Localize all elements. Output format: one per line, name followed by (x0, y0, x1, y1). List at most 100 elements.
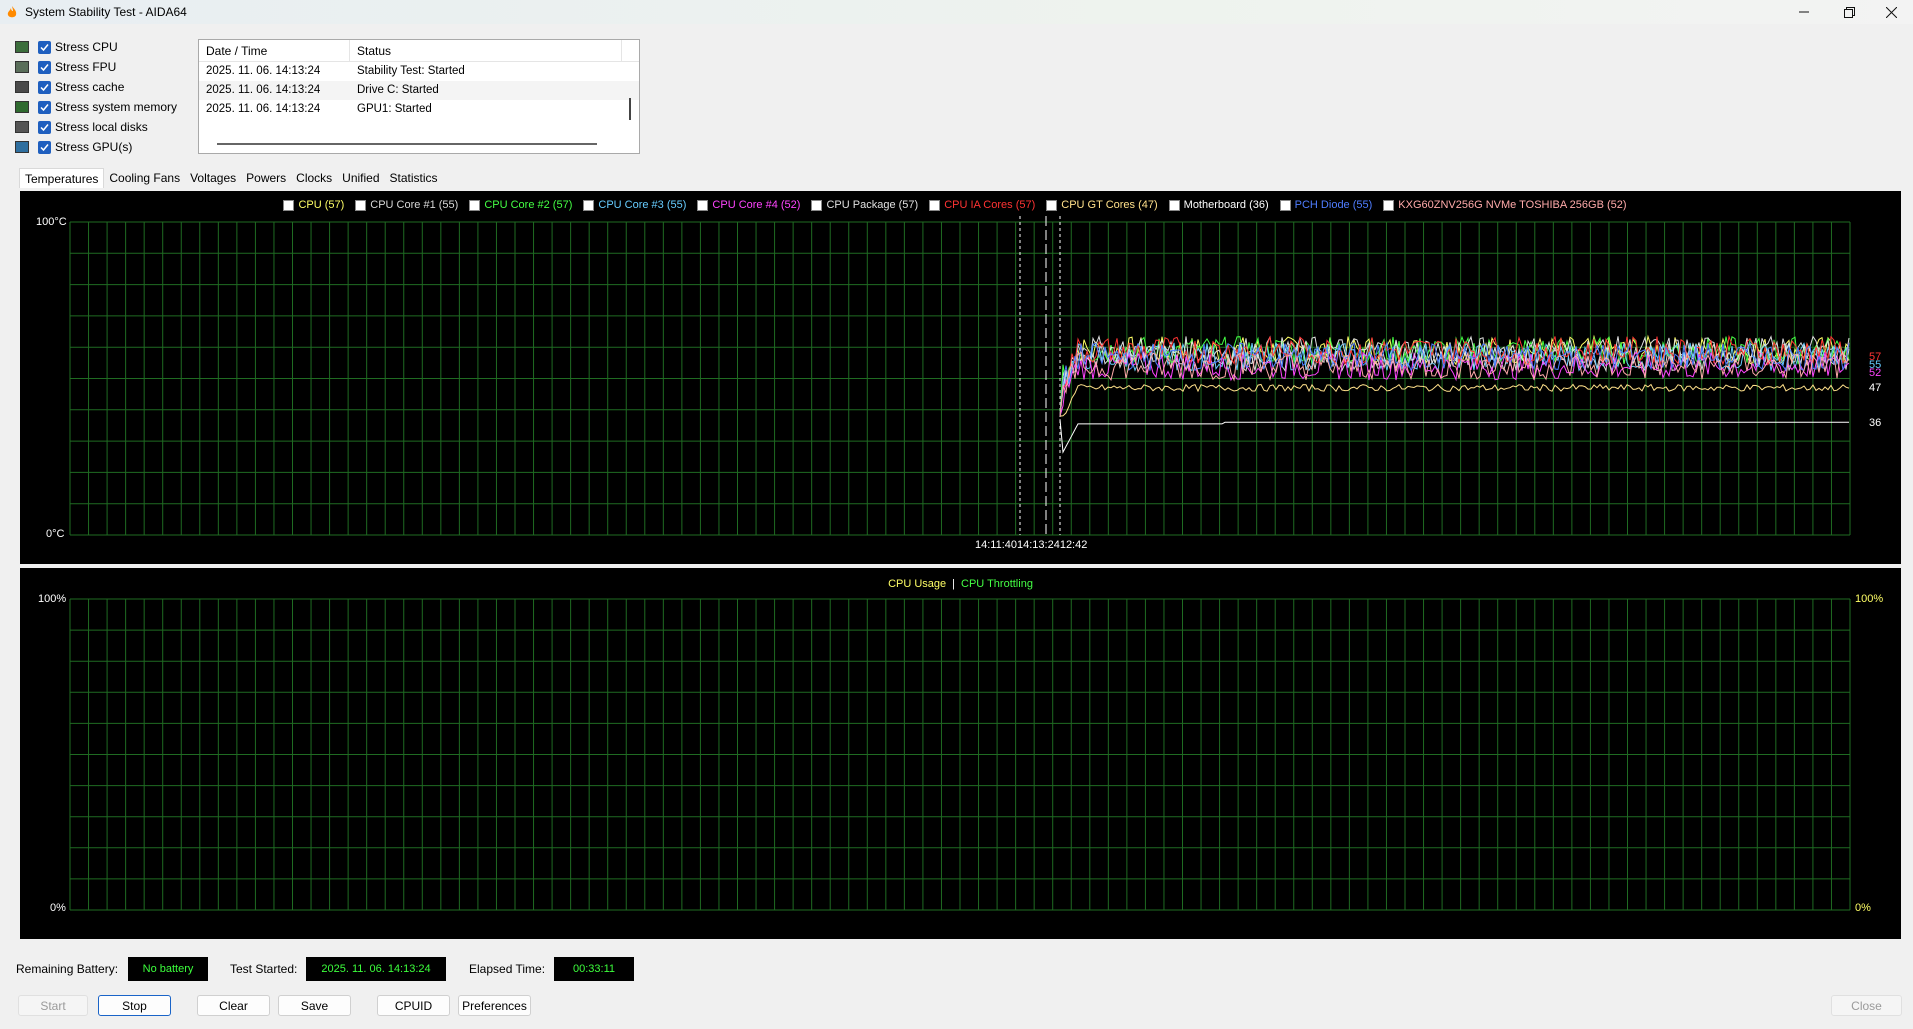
log-row: 2025. 11. 06. 14:13:24 Drive C: Started (199, 81, 639, 100)
usage-legend: CPU Usage | CPU Throttling (20, 578, 1901, 590)
legend-checkbox[interactable] (20, 199, 367, 211)
gpu-icon (15, 141, 29, 153)
legend-item[interactable]: CPU IA Cores (57) (20, 199, 1036, 211)
stress-checkbox[interactable] (38, 100, 51, 114)
legend-item[interactable]: CPU Core #2 (57) (20, 199, 572, 211)
temperature-series-line (1059, 419, 1849, 454)
tab-unified[interactable]: Unified (337, 168, 384, 188)
log-time: 2025. 11. 06. 14:13:24 (206, 65, 321, 77)
close-window-button[interactable] (1869, 0, 1913, 24)
tab-cooling-fans[interactable]: Cooling Fans (104, 168, 185, 188)
temp-y-min-label: 0°C (46, 528, 65, 540)
stress-checkbox[interactable] (38, 60, 51, 74)
stress-label: Stress cache (55, 80, 125, 94)
legend-checkbox[interactable] (20, 199, 941, 211)
cache-icon (15, 81, 29, 93)
legend-item[interactable]: Motherboard (36) (20, 199, 1269, 211)
memory-icon (15, 101, 29, 113)
log-horizontal-scrollbar[interactable] (217, 143, 597, 145)
temperature-legend: CPU (57) CPU Core #1 (55) CPU Core #2 (57)… (20, 199, 1901, 211)
legend-item[interactable]: CPU Core #1 (55) (20, 199, 459, 211)
clear-button[interactable]: Clear (197, 995, 270, 1016)
log-col-datetime[interactable]: Date / Time (199, 40, 350, 61)
restore-icon (1843, 6, 1855, 18)
legend-item[interactable]: PCH Diode (55) (20, 199, 1373, 211)
legend-item[interactable]: CPU Package (57) (20, 199, 918, 211)
stress-label: Stress GPU(s) (55, 140, 133, 154)
title-bar: System Stability Test - AIDA64 (0, 0, 1913, 24)
legend-label: PCH Diode (55) (1294, 199, 1373, 211)
stress-label: Stress system memory (55, 100, 178, 114)
legend-checkbox[interactable] (20, 199, 481, 211)
tab-clocks[interactable]: Clocks (291, 168, 337, 188)
grid-lines (69, 598, 1851, 911)
close-icon (1885, 6, 1897, 18)
temp-value-47: 47 (1869, 382, 1882, 394)
usage-y-min-left: 0% (50, 902, 66, 914)
stress-checkbox[interactable] (38, 80, 51, 94)
legend-checkbox[interactable] (20, 199, 595, 211)
legend-item[interactable]: CPU Core #3 (55) (20, 199, 686, 211)
legend-item[interactable]: CPU (57) (20, 199, 345, 211)
legend-checkbox[interactable] (20, 199, 295, 211)
stress-label: Stress FPU (55, 60, 117, 74)
legend-label: CPU IA Cores (57) (944, 199, 1036, 211)
battery-label: Remaining Battery: (16, 962, 119, 976)
stress-checkbox[interactable] (38, 40, 51, 54)
legend-item[interactable]: CPU Core #4 (52) (20, 199, 801, 211)
stress-option[interactable]: Stress local disks (15, 117, 177, 137)
minimize-button[interactable] (1782, 0, 1826, 24)
legend-label: CPU (57) (298, 199, 345, 211)
legend-label: CPU Core #1 (55) (370, 199, 459, 211)
stress-option[interactable]: Stress CPU (15, 37, 177, 57)
graph-tabs: Temperatures Cooling Fans Voltages Power… (19, 168, 443, 188)
fpu-icon (15, 61, 29, 73)
temp-time-label: 14:11:4014:13:2412:42 (975, 539, 1088, 551)
usage-y-max-right: 100% (1855, 593, 1884, 605)
tab-voltages[interactable]: Voltages (185, 168, 241, 188)
log-status: Drive C: Started (357, 84, 439, 96)
stress-checkbox[interactable] (38, 120, 51, 134)
log-col-status[interactable]: Status (350, 40, 622, 61)
log-header: Date / Time Status (199, 40, 639, 62)
legend-item[interactable]: CPU GT Cores (47) (20, 199, 1158, 211)
legend-item[interactable]: KXG60ZNV256G NVMe TOSHIBA 256GB (52) (20, 199, 1627, 211)
legend-checkbox[interactable] (20, 199, 709, 211)
log-vertical-scrollbar[interactable] (629, 98, 631, 120)
start-button[interactable]: Start (18, 995, 88, 1016)
restore-button[interactable] (1827, 0, 1871, 24)
legend-checkbox[interactable] (20, 199, 1291, 211)
save-button[interactable]: Save (278, 995, 351, 1016)
tab-temperatures[interactable]: Temperatures (19, 168, 105, 188)
elapsed-time-label: Elapsed Time: (469, 962, 546, 976)
elapsed-time-value: 00:33:11 (554, 957, 634, 981)
legend-label: KXG60ZNV256G NVMe TOSHIBA 256GB (52) (1398, 199, 1627, 211)
legend-checkbox[interactable] (20, 199, 1180, 211)
stress-checkbox[interactable] (38, 140, 51, 154)
minimize-icon (1799, 11, 1809, 13)
close-button[interactable]: Close (1831, 995, 1902, 1016)
usage-y-min-right: 0% (1855, 902, 1871, 914)
tab-powers[interactable]: Powers (241, 168, 291, 188)
stress-option[interactable]: Stress cache (15, 77, 177, 97)
stress-option[interactable]: Stress GPU(s) (15, 137, 177, 157)
stress-option[interactable]: Stress FPU (15, 57, 177, 77)
legend-checkbox[interactable] (20, 199, 823, 211)
temperature-series-line (1059, 383, 1850, 417)
stress-options: Stress CPU Stress FPU Stress cache Stress s… (15, 37, 177, 157)
tab-statistics[interactable]: Statistics (385, 168, 443, 188)
legend-checkbox[interactable] (20, 199, 1395, 211)
legend-checkbox[interactable] (20, 199, 1058, 211)
log-time: 2025. 11. 06. 14:13:24 (206, 84, 321, 96)
preferences-button[interactable]: Preferences (458, 995, 531, 1016)
cpu-icon (15, 41, 29, 53)
stress-option[interactable]: Stress system memory (15, 97, 177, 117)
event-log[interactable]: Date / Time Status 2025. 11. 06. 14:13:2… (198, 39, 640, 154)
stop-button[interactable]: Stop (98, 995, 171, 1016)
battery-value: No battery (128, 957, 208, 981)
legend-label: CPU Core #4 (52) (712, 199, 801, 211)
temp-value-52: 52 (1869, 367, 1882, 379)
cpuid-button[interactable]: CPUID (377, 995, 450, 1016)
window-title: System Stability Test - AIDA64 (25, 5, 187, 19)
disk-icon (15, 121, 29, 133)
